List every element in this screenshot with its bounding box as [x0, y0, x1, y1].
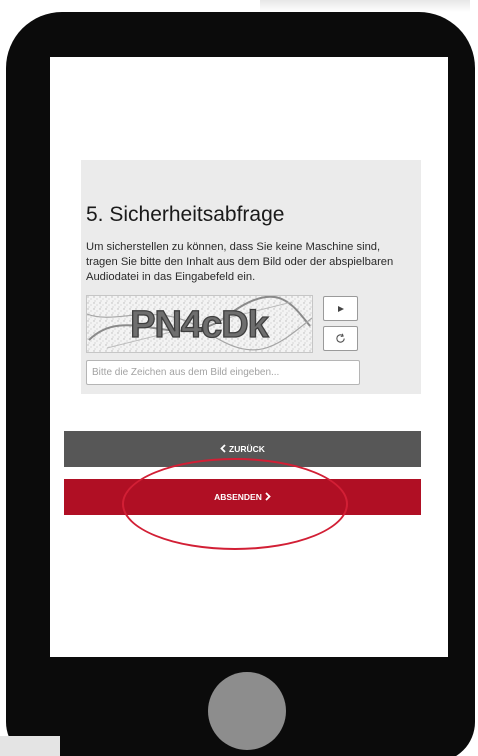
- home-button[interactable]: [208, 672, 286, 750]
- phone-frame: 5. Sicherheitsabfrage Um sicherstellen z…: [6, 12, 475, 756]
- captcha-section: 5. Sicherheitsabfrage Um sicherstellen z…: [81, 160, 421, 394]
- submit-button-label: ABSENDEN: [214, 492, 262, 502]
- bottom-edge-tab: [0, 736, 60, 756]
- captcha-image: PN4cDk: [86, 295, 313, 353]
- stage: 5. Sicherheitsabfrage Um sicherstellen z…: [0, 0, 478, 756]
- submit-button[interactable]: ABSENDEN: [64, 479, 421, 515]
- play-icon: [337, 305, 344, 312]
- back-button-label: ZURÜCK: [229, 444, 265, 454]
- captcha-instructions: Um sicherstellen zu können, dass Sie kei…: [86, 241, 394, 283]
- reload-captcha-button[interactable]: [323, 326, 358, 351]
- audio-captcha-button[interactable]: [323, 296, 358, 321]
- captcha-text: PN4cDk: [130, 304, 269, 346]
- top-edge-shadow: [260, 0, 470, 12]
- captcha-input[interactable]: [86, 360, 360, 385]
- back-button[interactable]: ZURÜCK: [64, 431, 421, 467]
- chevron-left-icon: [220, 443, 226, 455]
- reload-icon: [336, 333, 345, 343]
- section-title: 5. Sicherheitsabfrage: [86, 203, 285, 226]
- chevron-right-icon: [265, 491, 271, 503]
- phone-screen: 5. Sicherheitsabfrage Um sicherstellen z…: [50, 57, 448, 657]
